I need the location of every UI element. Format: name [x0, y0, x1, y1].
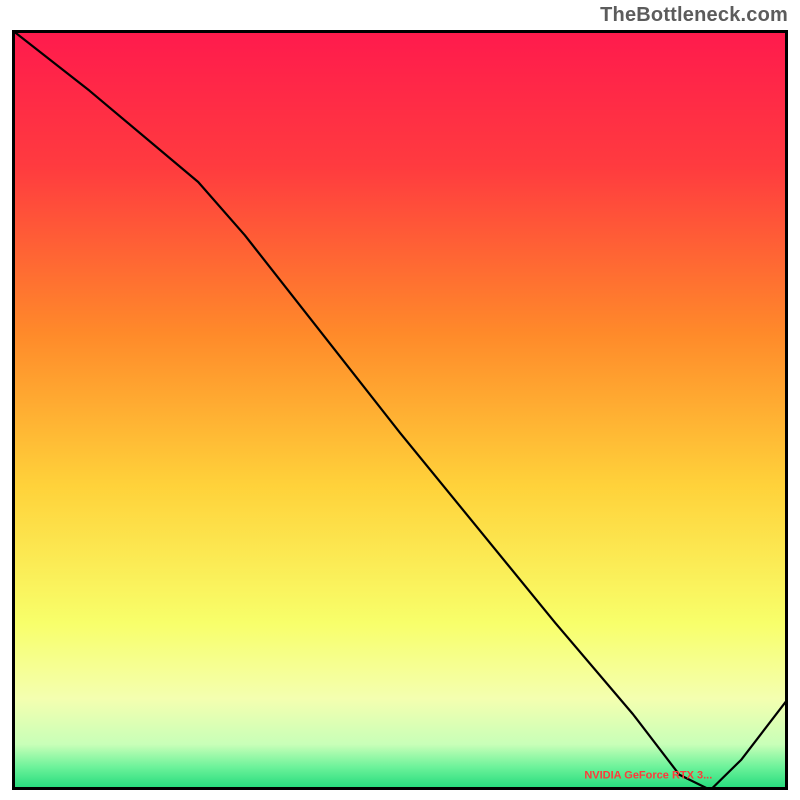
attribution-text: TheBottleneck.com — [600, 4, 788, 27]
chart-stage: TheBottleneck.com NVIDIA GeForce RTX 3..… — [0, 0, 800, 800]
annotation-layer: NVIDIA GeForce RTX 3... — [584, 770, 712, 782]
gradient-background — [12, 30, 788, 790]
chart-svg: NVIDIA GeForce RTX 3... — [12, 30, 788, 790]
chart-annotation: NVIDIA GeForce RTX 3... — [584, 770, 712, 782]
plot-area: NVIDIA GeForce RTX 3... — [12, 30, 788, 790]
